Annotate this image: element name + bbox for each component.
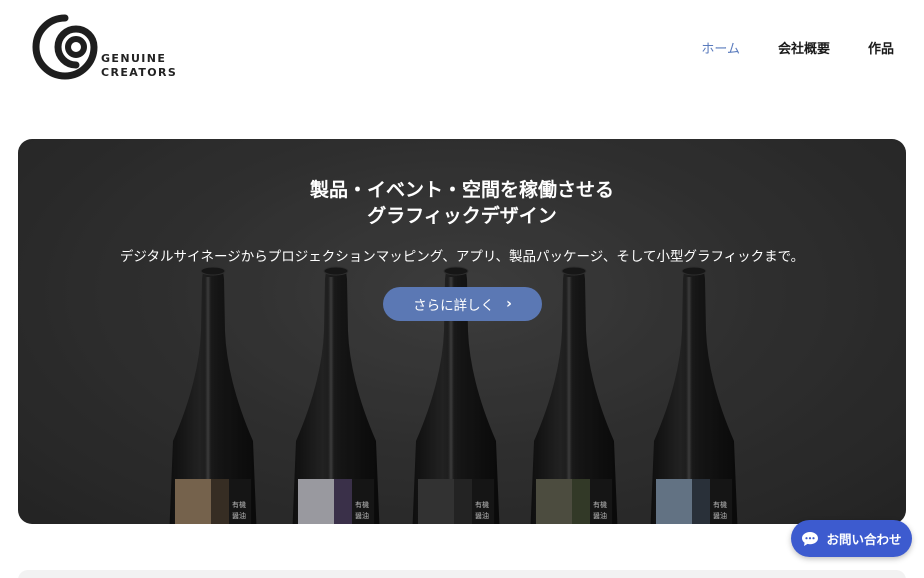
next-section-edge [18, 570, 906, 578]
site-header: GENUINE CREATORS ホーム 会社概要 作品 [0, 0, 924, 100]
hero-subtitle: デジタルサイネージからプロジェクションマッピング、アプリ、製品パッケージ、そして… [119, 249, 805, 265]
learn-more-button[interactable]: さらに詳しく › [383, 287, 542, 321]
hero-title-line2: グラフィックデザイン [367, 205, 557, 227]
contact-chat-label: お問い合わせ [826, 532, 902, 547]
contact-chat-button[interactable]: お問い合わせ [791, 520, 912, 557]
learn-more-label: さらに詳しく [413, 298, 495, 314]
logo-line-creators: CREATORS [101, 66, 178, 79]
logo-line-genuine: GENUINE [101, 52, 167, 65]
main-nav: ホーム 会社概要 作品 [701, 38, 894, 57]
logo[interactable]: GENUINE CREATORS [30, 12, 180, 82]
logo-mark-icon [32, 14, 98, 80]
hero-banner: 有機 醤油 有機 醤油 有機 醤油 有機 醤油 有機 醤油 製品・イベント・空間を稼働させる グラ… [18, 139, 906, 524]
nav-item-works[interactable]: 作品 [868, 38, 894, 57]
logo-text: GENUINE CREATORS [101, 52, 177, 80]
nav-item-home[interactable]: ホーム [701, 38, 740, 57]
chevron-right-icon: › [506, 296, 512, 312]
chat-bubble-icon [802, 531, 819, 546]
nav-item-company[interactable]: 会社概要 [778, 38, 830, 57]
hero-title-line1: 製品・イベント・空間を稼働させる [309, 179, 614, 201]
